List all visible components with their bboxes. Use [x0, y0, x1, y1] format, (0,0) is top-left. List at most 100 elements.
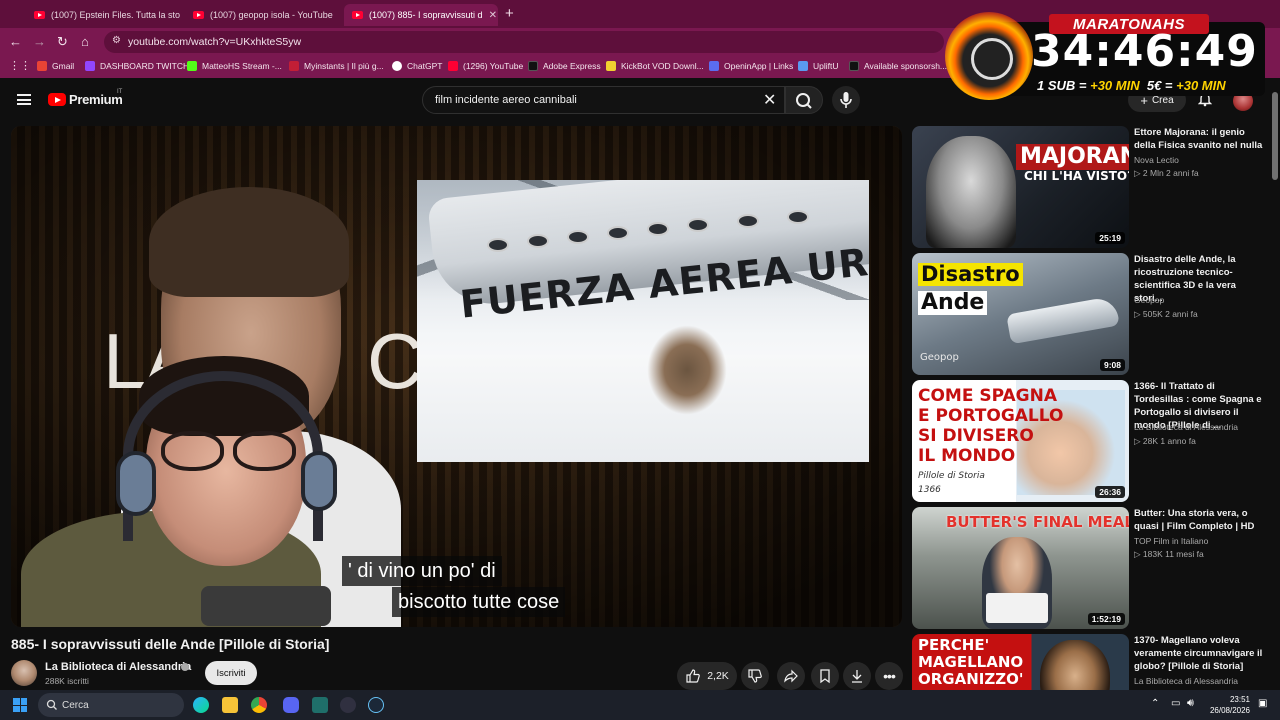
channel-name[interactable]: La Biblioteca di Alessandria: [45, 661, 191, 673]
steam-icon[interactable]: [368, 697, 384, 713]
bookmark-label: ChatGPT: [407, 61, 443, 71]
bookmark-icon: [820, 669, 830, 684]
video-thumbnail[interactable]: MAJORANA CHI L'HA VISTO? 25:19: [912, 126, 1129, 248]
microphone-arm: [201, 586, 331, 626]
recommended-video-2[interactable]: Disastro Ande Geopop 9:08 Disastro delle…: [912, 253, 1272, 375]
recommended-channel[interactable]: Geopop: [1134, 295, 1164, 305]
tab-label: (1007) Epstein Files. Tutta la sto: [51, 10, 180, 20]
file-explorer-icon[interactable]: [222, 697, 238, 713]
clear-search-icon[interactable]: ✕: [763, 90, 776, 110]
download-button[interactable]: [843, 662, 871, 690]
save-button[interactable]: [811, 662, 839, 690]
recommended-channel[interactable]: Nova Lectio: [1134, 155, 1179, 165]
video-duration: 9:08: [1099, 359, 1125, 371]
microphone-icon: [840, 92, 852, 108]
windows-start-icon[interactable]: [13, 698, 27, 712]
recommended-video-3[interactable]: COME SPAGNA E PORTOGALLO SI DIVISERO IL …: [912, 380, 1272, 502]
recommended-channel[interactable]: TOP Film in Italiano: [1134, 536, 1208, 546]
browser-tab-1[interactable]: (1007) Epstein Files. Tutta la sto ✕: [26, 4, 180, 26]
bookmark-myinstants[interactable]: Myinstants | Il più g...: [289, 61, 384, 71]
bookmark-dashboard-twitch[interactable]: DASHBOARD TWITCH: [85, 61, 189, 71]
taskbar-search-input[interactable]: Cerca: [38, 693, 184, 717]
bookmark-sponsorships[interactable]: Available sponsorsh...: [849, 61, 947, 71]
search-input[interactable]: film incidente aereo cannibali: [422, 86, 785, 114]
youtube-icon: [34, 11, 45, 19]
channel-avatar[interactable]: [11, 660, 37, 686]
back-icon[interactable]: ←: [9, 34, 22, 49]
dislike-button[interactable]: [741, 662, 769, 690]
bookmark-youtube[interactable]: (1296) YouTube: [448, 61, 523, 71]
thumb-text: IL MONDO: [918, 446, 1016, 466]
recommended-meta: ▷ 183K 11 mesi fa: [1134, 549, 1204, 559]
volume-icon[interactable]: 🔊︎: [1187, 697, 1194, 710]
menu-icon[interactable]: [17, 94, 31, 105]
search-button[interactable]: [785, 86, 823, 114]
video-thumbnail[interactable]: BUTTER'S FINAL MEAL 1:52:19: [912, 507, 1129, 629]
browser-tab-2[interactable]: (1007) geopop isola - YouTube ✕: [185, 4, 339, 26]
share-button[interactable]: [777, 662, 805, 690]
bookmark-gmail[interactable]: Gmail: [37, 61, 74, 71]
recommended-channel[interactable]: La Biblioteca di Alessandria: [1134, 422, 1238, 432]
reload-icon[interactable]: ↻: [57, 34, 68, 50]
recommended-title[interactable]: Butter: Una storia vera, o quasi | Film …: [1134, 507, 1264, 533]
thumb-text: MAGELLANO: [918, 653, 1024, 671]
network-icon[interactable]: ▭: [1171, 698, 1180, 709]
more-actions-button[interactable]: •••: [875, 662, 903, 690]
plane-window: [647, 222, 669, 236]
thumb-laptop: [986, 593, 1048, 623]
tray-chevron-icon[interactable]: ⌃: [1151, 698, 1159, 709]
bookmark-kickbot[interactable]: KickBot VOD Downl...: [606, 61, 704, 71]
bookmark-chatgpt[interactable]: ChatGPT: [392, 61, 442, 71]
notifications-icon[interactable]: ▣: [1258, 698, 1267, 709]
new-tab-icon[interactable]: +: [505, 5, 514, 22]
subscribe-button[interactable]: Iscriviti: [205, 661, 257, 685]
search-icon: [46, 699, 57, 710]
youtube-premium-logo[interactable]: Premium: [69, 92, 123, 107]
voice-search-button[interactable]: [832, 86, 860, 114]
recommended-title[interactable]: Ettore Majorana: il genio della Fisica s…: [1134, 126, 1264, 152]
chrome-icon[interactable]: [251, 697, 267, 713]
close-tab-icon[interactable]: ✕: [333, 10, 340, 21]
bookmark-kick-stream[interactable]: MatteoHS Stream -...: [187, 61, 282, 71]
forward-icon[interactable]: →: [33, 34, 46, 49]
video-title: 885- I sopravvissuti delle Ande [Pillole…: [11, 636, 330, 652]
app-icon[interactable]: [312, 697, 328, 713]
video-thumbnail[interactable]: COME SPAGNA E PORTOGALLO SI DIVISERO IL …: [912, 380, 1129, 502]
eyeglasses: [161, 431, 296, 471]
site-info-icon[interactable]: ⚙: [112, 35, 121, 46]
video-thumbnail[interactable]: Disastro Ande Geopop 9:08: [912, 253, 1129, 375]
video-thumbnail[interactable]: PERCHE' MAGELLANO ORGANIZZO': [912, 634, 1129, 690]
video-player[interactable]: LA CA FUERZA AEREA URUG ' di vino un po'…: [11, 126, 902, 627]
bookmark-label: DASHBOARD TWITCH: [100, 61, 190, 71]
system-clock[interactable]: 23:51 26/08/2026: [1200, 694, 1250, 716]
bookmark-upliftu[interactable]: UpliftU: [798, 61, 839, 71]
thumb-text: Pillole di Storia: [918, 471, 985, 481]
bookmark-adobe-express[interactable]: Adobe Express: [528, 61, 601, 71]
rule2-bonus: +30 MIN: [1176, 78, 1226, 93]
like-button[interactable]: 2,2K: [677, 662, 737, 690]
thumb-text: MAJORANA: [1016, 144, 1129, 170]
bookmark-label: Gmail: [52, 61, 75, 71]
country-code: IT: [117, 89, 123, 95]
url-input[interactable]: ⚙ youtube.com/watch?v=UKxhkteS5yw: [104, 31, 944, 53]
recommended-video-1[interactable]: MAJORANA CHI L'HA VISTO? 25:19 Ettore Ma…: [912, 126, 1272, 248]
home-icon[interactable]: ⌂: [81, 34, 89, 49]
taskbar-search-placeholder: Cerca: [62, 699, 89, 711]
recommended-channel[interactable]: La Biblioteca di Alessandria: [1134, 676, 1238, 686]
recommended-video-5[interactable]: PERCHE' MAGELLANO ORGANIZZO' 1370- Magel…: [912, 634, 1272, 690]
streamer-webcam: [11, 336, 391, 627]
gmail-icon: [37, 61, 47, 71]
close-tab-icon[interactable]: ✕: [483, 10, 497, 21]
obs-icon[interactable]: [340, 697, 356, 713]
discord-icon[interactable]: [283, 697, 299, 713]
copilot-icon[interactable]: [193, 697, 209, 713]
page-scrollbar[interactable]: [1272, 92, 1278, 180]
youtube-logo-icon[interactable]: [48, 93, 66, 106]
chatgpt-icon: [392, 61, 402, 71]
recommended-video-4[interactable]: BUTTER'S FINAL MEAL 1:52:19 Butter: Una …: [912, 507, 1272, 629]
apps-grid-icon[interactable]: ⋮⋮: [9, 59, 31, 72]
plane-window: [737, 214, 759, 228]
bookmark-openinapp[interactable]: OpeninApp | Links: [709, 61, 793, 71]
browser-tab-active[interactable]: (1007) 885- I sopravvissuti d ✕: [344, 4, 498, 26]
recommended-title[interactable]: 1370- Magellano voleva veramente circumn…: [1134, 634, 1264, 673]
